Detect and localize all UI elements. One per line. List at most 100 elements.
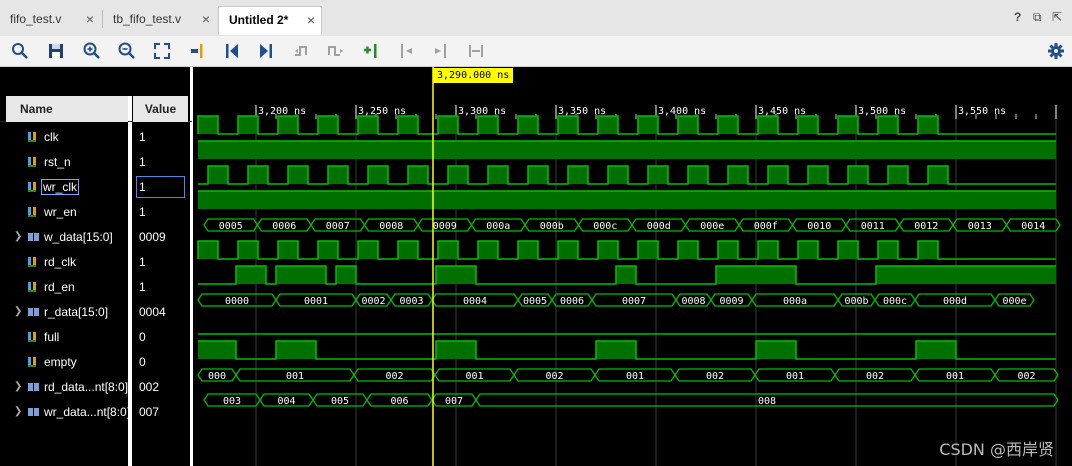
bus-value: 0005 [219, 221, 243, 232]
bus-value: 000b [540, 221, 564, 232]
close-icon[interactable]: × [86, 6, 94, 32]
clock-high-fill [598, 241, 618, 259]
expand-arrow-icon[interactable]: ❯ [14, 306, 22, 317]
signal-name: full [44, 330, 60, 344]
expand-arrow-icon[interactable]: ❯ [14, 231, 22, 242]
level-high-fill [616, 266, 636, 284]
clock-high-fill [718, 241, 738, 259]
bus-value: 000 [208, 371, 226, 382]
signal-name: wr_data...nt[8:0] [44, 405, 131, 419]
bus-value: 0004 [463, 296, 487, 307]
bus-icon [28, 308, 39, 316]
signal-row[interactable]: rd_en 1 [0, 275, 190, 299]
goto-time0-icon[interactable] [222, 41, 242, 61]
signal-value: 002 [139, 380, 160, 394]
next-transition-icon[interactable] [326, 41, 346, 61]
clock-high-fill [238, 116, 258, 134]
level-high-fill [276, 266, 326, 284]
expand-arrow-icon[interactable]: ❯ [14, 381, 22, 392]
clock-high-fill [808, 166, 828, 184]
signal-row[interactable]: wr_en 1 [0, 200, 190, 224]
clock-high-fill [318, 116, 338, 134]
signal-row[interactable]: ❯ rd_data...nt[8:0] 002 [0, 375, 190, 399]
bus-icon [28, 233, 39, 241]
bus-value: 0006 [560, 296, 584, 307]
clock-high-fill [278, 116, 298, 134]
bus-value: 000a [783, 296, 807, 307]
zoom-in-icon[interactable] [82, 41, 102, 61]
clock-high-fill [518, 116, 538, 134]
clock-high-fill [198, 116, 218, 134]
clock-high-fill [358, 241, 378, 259]
clock-high-fill [328, 166, 348, 184]
signal-row[interactable]: empty 0 [0, 350, 190, 374]
bus-value: 0009 [433, 221, 457, 232]
bus-value: 000d [647, 221, 671, 232]
value-column-header[interactable]: Value [133, 96, 188, 122]
goto-cursor-icon[interactable] [188, 41, 208, 61]
clock-high-fill [758, 241, 778, 259]
next-marker-icon[interactable] [431, 41, 451, 61]
clock-high-fill [558, 241, 578, 259]
signal-icon [28, 282, 36, 292]
bus-value: 005 [331, 396, 349, 407]
signal-row[interactable]: ❯ w_data[15:0] 0009 [0, 225, 190, 249]
tab-tb-fifo-test[interactable]: tb_fifo_test.v × [103, 6, 216, 35]
bus-value: 004 [277, 396, 295, 407]
swap-cursors-icon[interactable] [466, 41, 486, 61]
close-icon[interactable]: × [307, 7, 315, 33]
bus-value: 0002 [361, 296, 385, 307]
settings-icon[interactable] [1046, 41, 1066, 61]
clock-high-fill [448, 166, 468, 184]
goto-last-time-icon[interactable] [256, 41, 276, 61]
level-high-fill [916, 341, 956, 359]
clock-high-fill [438, 241, 458, 259]
bus-value: 001 [786, 371, 804, 382]
zoom-out-icon[interactable] [117, 41, 137, 61]
clock-high-fill [928, 166, 948, 184]
signal-name: rd_data...nt[8:0] [44, 380, 129, 394]
save-icon[interactable] [46, 41, 66, 61]
signal-row[interactable]: ❯ r_data[15:0] 0004 [0, 300, 190, 324]
full-view-icon[interactable] [152, 41, 172, 61]
restore-icon[interactable]: ⧉ [1033, 10, 1042, 25]
clock-high-fill [678, 116, 698, 134]
bus-value: 002 [545, 371, 563, 382]
clock-high-fill [848, 166, 868, 184]
bus-value: 0006 [272, 221, 296, 232]
add-marker-icon[interactable] [362, 41, 382, 61]
tab-untitled-2[interactable]: Untitled 2* × [218, 6, 322, 35]
bus-value: 0012 [914, 221, 938, 232]
signal-row[interactable]: rst_n 1 [0, 150, 190, 174]
level-high-fill [198, 341, 236, 359]
signal-value: 1 [139, 205, 146, 219]
signal-row[interactable]: ❯ wr_data...nt[8:0] 007 [0, 400, 190, 424]
zoom-fit-search-icon[interactable] [10, 41, 30, 61]
signal-name: r_data[15:0] [44, 305, 109, 319]
signal-row[interactable]: clk 1 [0, 125, 190, 149]
bus-value: 000c [593, 221, 617, 232]
close-icon[interactable]: × [202, 6, 210, 32]
float-icon[interactable]: ⇱ [1052, 10, 1062, 24]
name-column-header[interactable]: Name [6, 96, 128, 122]
bus-value: 0001 [304, 296, 328, 307]
bus-value: 000d [943, 296, 967, 307]
bus-value: 001 [286, 371, 304, 382]
signal-row[interactable]: wr_clk 1 [0, 175, 190, 199]
bus-value: 000c [883, 296, 907, 307]
prev-transition-icon[interactable] [292, 41, 312, 61]
signal-row[interactable]: full 0 [0, 325, 190, 349]
tab-fifo-test[interactable]: fifo_test.v × [0, 6, 100, 35]
clock-high-fill [638, 241, 658, 259]
help-icon[interactable]: ? [1014, 10, 1021, 24]
clock-high-fill [798, 116, 818, 134]
editor-tab-bar: fifo_test.v × tb_fifo_test.v × Untitled … [0, 0, 1072, 37]
level-high-fill [596, 341, 636, 359]
bus-value: 0003 [399, 296, 423, 307]
signal-name: rst_n [44, 155, 71, 169]
expand-arrow-icon[interactable]: ❯ [14, 406, 22, 417]
prev-marker-icon[interactable] [397, 41, 417, 61]
level-high-fill [336, 266, 356, 284]
bus-value: 0007 [622, 296, 646, 307]
signal-row[interactable]: rd_clk 1 [0, 250, 190, 274]
